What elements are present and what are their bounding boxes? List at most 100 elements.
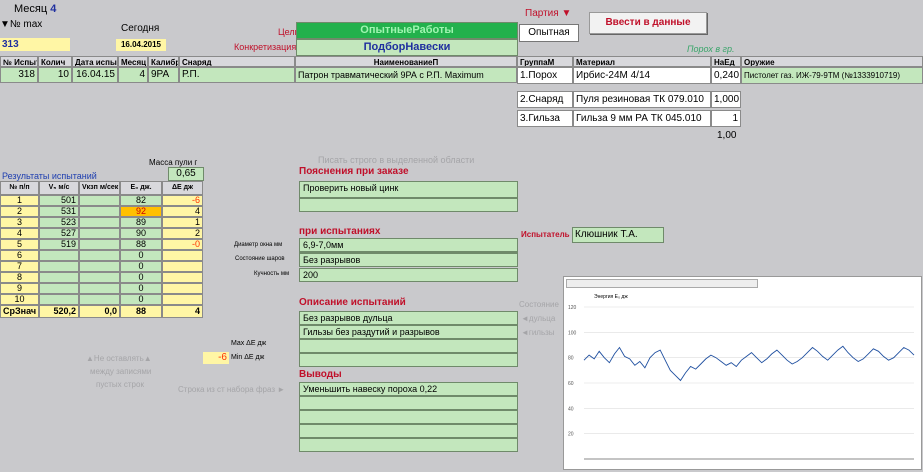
velocity-cell[interactable] (39, 272, 79, 283)
vkzp-cell[interactable] (79, 239, 120, 250)
material-cell[interactable]: Пуля резиновая ТК 079.010 (573, 91, 711, 108)
grouping-label: Кучность мм (254, 271, 290, 277)
row-number: 5 (0, 239, 39, 250)
party-label[interactable]: Партия ▼ (525, 8, 571, 19)
diameter-field[interactable]: 6,9-7,0мм (299, 238, 518, 252)
nmax-value: 313 (0, 38, 70, 51)
max-dE-label: Max ΔE дж (231, 340, 267, 347)
velocity-cell[interactable] (39, 294, 79, 305)
party-value[interactable]: Опытная (519, 24, 579, 42)
caliber-cell[interactable]: 9PA (148, 67, 179, 83)
velocity-cell[interactable] (39, 250, 79, 261)
material-cell[interactable]: Гильза 9 мм РА ТК 045.010 (573, 110, 711, 127)
min-dE-value: -6 (203, 352, 229, 364)
col-header: НаименованиеП (295, 56, 517, 67)
results-col-header: Vкзп м/сек (79, 181, 120, 195)
spec-field[interactable]: ПодборНавески (296, 39, 518, 56)
description-line[interactable]: Без разрывов дульца (299, 311, 518, 325)
delta-energy-cell (162, 283, 203, 294)
description-line[interactable] (299, 353, 518, 367)
mass-value[interactable]: 0,65 (168, 167, 204, 181)
row-number: 7 (0, 261, 39, 272)
y-tick-label: 120 (568, 305, 577, 311)
vkzp-cell[interactable] (79, 206, 120, 217)
velocity-cell[interactable] (39, 261, 79, 272)
test-notes-title: при испытаниях (299, 226, 381, 237)
col-header: Дата испыт (72, 56, 118, 67)
delta-energy-cell (162, 294, 203, 305)
amount-cell[interactable]: 1,000 (711, 91, 741, 108)
col-header: Колич (38, 56, 72, 67)
date-cell[interactable]: 16.04.15 (72, 67, 118, 83)
order-explanations-field[interactable]: Проверить новый цинк (299, 181, 518, 198)
chart-plot: Энергия E₀ дж 120 100 80 60 40 20 (568, 294, 915, 460)
row-number: 8 (0, 272, 39, 283)
row-number: 10 (0, 294, 39, 305)
vkzp-cell[interactable] (79, 250, 120, 261)
velocity-cell[interactable]: 531 (39, 206, 79, 217)
order-explanations-title: Пояснения при заказе (299, 166, 409, 177)
group-cell[interactable]: 2.Снаряд (517, 91, 573, 108)
enter-data-button[interactable]: Ввести в данные (589, 12, 707, 34)
test-number-cell[interactable]: 318 (0, 67, 38, 83)
phrase-set-note: Строка из ст набора фраз ► (178, 385, 286, 394)
tester-field[interactable]: Клюшник Т.А. (572, 227, 664, 243)
row-number: 6 (0, 250, 39, 261)
grouping-field[interactable]: 200 (299, 268, 518, 282)
note-empty-rows: пустых строк (96, 380, 144, 389)
conclusion-line[interactable] (299, 424, 518, 438)
vkzp-cell[interactable] (79, 217, 120, 228)
nmax-label[interactable]: ▼№ max (0, 19, 42, 30)
velocity-cell[interactable]: 519 (39, 239, 79, 250)
product-name-cell[interactable]: Патрон травматический 9РА с Р.П. Maximum (295, 67, 517, 83)
velocity-cell[interactable]: 523 (39, 217, 79, 228)
powder-note: Порох в гр. (687, 44, 735, 54)
energy-cell: 82 (120, 195, 162, 206)
delta-energy-cell: -6 (162, 195, 203, 206)
delta-energy-cell: -0 (162, 239, 203, 250)
material-cell[interactable]: Ирбис-24М 4/14 (573, 67, 711, 84)
y-tick-label: 20 (568, 432, 574, 438)
delta-energy-cell: 2 (162, 228, 203, 239)
velocity-cell[interactable]: 527 (39, 228, 79, 239)
conclusion-line[interactable] (299, 410, 518, 424)
month-cell[interactable]: 4 (118, 67, 148, 83)
col-header: Калибр (148, 56, 179, 67)
vkzp-cell[interactable] (79, 261, 120, 272)
vkzp-cell[interactable] (79, 294, 120, 305)
vkzp-cell[interactable] (79, 272, 120, 283)
conclusion-line[interactable] (299, 396, 518, 410)
row-number: 4 (0, 228, 39, 239)
amount-cell[interactable]: 0,240 (711, 67, 741, 84)
amount-cell[interactable]: 1 (711, 110, 741, 127)
description-line[interactable] (299, 339, 518, 353)
energy-chart[interactable]: Энергия E₀ дж 120 100 80 60 40 20 (563, 276, 922, 470)
group-cell[interactable]: 3.Гильза (517, 110, 573, 127)
vkzp-cell[interactable] (79, 228, 120, 239)
delta-energy-cell (162, 250, 203, 261)
velocity-cell[interactable] (39, 283, 79, 294)
today-value: 16.04.2015 (116, 39, 166, 51)
col-header: НаЕд (711, 56, 741, 67)
delta-energy-cell: 1 (162, 217, 203, 228)
avg-delta: 4 (162, 305, 203, 318)
conclusion-line[interactable] (299, 438, 518, 452)
qty-cell[interactable]: 10 (38, 67, 72, 83)
muzzle-side-label: ◄дульца (521, 314, 556, 323)
group-cell[interactable]: 1.Порох (517, 67, 573, 84)
velocity-cell[interactable]: 501 (39, 195, 79, 206)
vkzp-cell[interactable] (79, 195, 120, 206)
vkzp-cell[interactable] (79, 283, 120, 294)
mass-label: Масса пули г (149, 158, 198, 167)
shell-cell[interactable]: Р.П. (179, 67, 295, 83)
goal-field[interactable]: ОпытныеРаботы (296, 22, 518, 39)
order-explanations-field-2[interactable] (299, 198, 518, 212)
description-line[interactable]: Гильзы без раздутий и разрывов (299, 325, 518, 339)
row-number: 2 (0, 206, 39, 217)
conclusion-line[interactable]: Уменьшить навеску пороха 0,22 (299, 382, 518, 396)
case-side-label: ◄гильзы (521, 328, 555, 337)
weapon-cell[interactable]: Пистолет газ. ИЖ-79-9ТМ (№1333910719) (741, 67, 923, 84)
month-label: Месяц 4 (14, 3, 57, 15)
results-col-header: V₅ м/с (39, 181, 79, 195)
state-field[interactable]: Без разрывов (299, 253, 518, 267)
